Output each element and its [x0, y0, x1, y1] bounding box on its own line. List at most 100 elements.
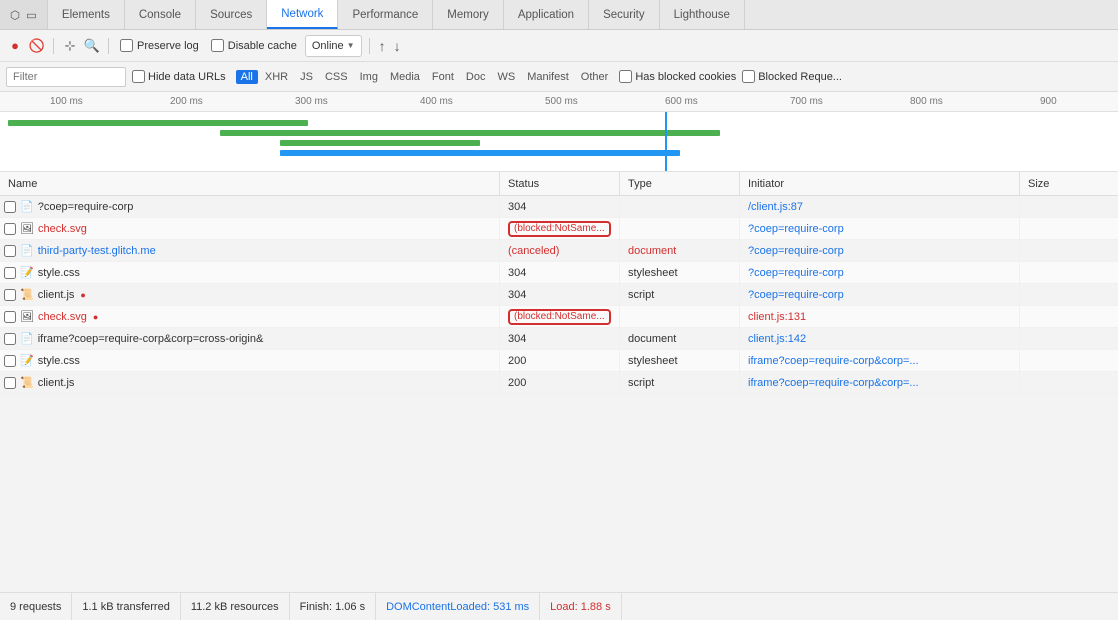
filter-type-manifest[interactable]: Manifest	[522, 70, 574, 84]
col-header-initiator[interactable]: Initiator	[740, 172, 1020, 195]
tick-700ms: 700 ms	[790, 96, 823, 107]
row-3-initiator-link[interactable]: ?coep=require-corp	[748, 245, 844, 257]
tab-devtools-icons[interactable]: ⬡ ▭	[0, 0, 48, 29]
timeline-ruler: 100 ms 200 ms 300 ms 400 ms 500 ms 600 m…	[0, 92, 1118, 112]
col-header-name[interactable]: Name	[0, 172, 500, 195]
col-header-status[interactable]: Status	[500, 172, 620, 195]
row-5-initiator-link[interactable]: ?coep=require-corp	[748, 289, 844, 301]
tab-security[interactable]: Security	[589, 0, 660, 29]
tab-performance[interactable]: Performance	[338, 0, 433, 29]
disable-cache-checkbox[interactable]: Disable cache	[207, 39, 301, 52]
status-finish: Finish: 1.06 s	[290, 593, 376, 620]
tick-100ms: 100 ms	[50, 96, 83, 107]
row-8-name: 📝 style.css	[0, 350, 500, 371]
filter-type-xhr[interactable]: XHR	[260, 70, 293, 84]
table-row[interactable]: 📜 client.js ● 304 script ?coep=require-c…	[0, 284, 1118, 306]
row-2-status: (blocked:NotSame...	[500, 218, 620, 239]
table-row[interactable]: 📄 ?coep=require-corp 304 /client.js:87	[0, 196, 1118, 218]
row-7-initiator-link[interactable]: client.js:142	[748, 333, 806, 345]
export-button[interactable]: ↓	[392, 36, 403, 56]
network-table-container: Name Status Type Initiator Size 📄 ?coep=…	[0, 172, 1118, 592]
waterfall-bar-4	[280, 150, 680, 156]
dom-content-loaded-line	[665, 112, 667, 172]
filter-type-doc[interactable]: Doc	[461, 70, 491, 84]
row-9-checkbox[interactable]	[4, 377, 16, 389]
filter-type-all[interactable]: All	[236, 70, 258, 84]
row-3-name: 📄 third-party-test.glitch.me	[0, 240, 500, 261]
filter-type-media[interactable]: Media	[385, 70, 425, 84]
doc-icon-2: 📄	[20, 244, 34, 257]
row-1-checkbox[interactable]	[4, 201, 16, 213]
tick-400ms: 400 ms	[420, 96, 453, 107]
preserve-log-checkbox[interactable]: Preserve log	[116, 39, 203, 52]
filter-type-ws[interactable]: WS	[492, 70, 520, 84]
tab-network[interactable]: Network	[267, 0, 338, 29]
row-2-size	[1020, 218, 1100, 239]
tick-600ms: 600 ms	[665, 96, 698, 107]
tab-sources[interactable]: Sources	[196, 0, 267, 29]
tab-memory[interactable]: Memory	[433, 0, 504, 29]
table-row[interactable]: 📄 iframe?coep=require-corp&corp=cross-or…	[0, 328, 1118, 350]
row-2-initiator-link[interactable]: ?coep=require-corp	[748, 223, 844, 235]
row-4-initiator-link[interactable]: ?coep=require-corp	[748, 267, 844, 279]
hide-data-urls-checkbox[interactable]: Hide data URLs	[132, 70, 226, 83]
row-4-checkbox[interactable]	[4, 267, 16, 279]
tick-200ms: 200 ms	[170, 96, 203, 107]
filter-type-css[interactable]: CSS	[320, 70, 353, 84]
table-row[interactable]: 📜 client.js 200 script iframe?coep=requi…	[0, 372, 1118, 394]
row-3-name-link[interactable]: third-party-test.glitch.me	[38, 245, 156, 257]
doc-icon-3: 📄	[20, 332, 34, 345]
row-7-checkbox[interactable]	[4, 333, 16, 345]
row-7-status: 304	[500, 328, 620, 349]
tab-console[interactable]: Console	[125, 0, 196, 29]
js-icon-2: 📜	[20, 376, 34, 389]
row-4-size	[1020, 262, 1100, 283]
timeline-area: 100 ms 200 ms 300 ms 400 ms 500 ms 600 m…	[0, 92, 1118, 172]
filter-type-other[interactable]: Other	[576, 70, 614, 84]
table-row[interactable]: 🖼 check.svg ● (blocked:NotSame... client…	[0, 306, 1118, 328]
throttle-dropdown[interactable]: Online ▼	[305, 35, 362, 57]
tab-elements[interactable]: Elements	[48, 0, 125, 29]
row-7-size	[1020, 328, 1100, 349]
table-row[interactable]: 📝 style.css 200 stylesheet iframe?coep=r…	[0, 350, 1118, 372]
row-3-checkbox[interactable]	[4, 245, 16, 257]
clear-button[interactable]: 🚫	[28, 37, 46, 55]
record-button[interactable]: ●	[6, 37, 24, 55]
table-row[interactable]: 📝 style.css 304 stylesheet ?coep=require…	[0, 262, 1118, 284]
filter-type-js[interactable]: JS	[295, 70, 318, 84]
table-row[interactable]: 🖼 check.svg (blocked:NotSame... ?coep=re…	[0, 218, 1118, 240]
row-8-checkbox[interactable]	[4, 355, 16, 367]
row-2-name: 🖼 check.svg	[0, 218, 500, 239]
row-6-size	[1020, 306, 1100, 327]
col-header-type[interactable]: Type	[620, 172, 740, 195]
row-2-checkbox[interactable]	[4, 223, 16, 235]
filter-type-img[interactable]: Img	[355, 70, 383, 84]
tick-800ms: 800 ms	[910, 96, 943, 107]
row-4-status: 304	[500, 262, 620, 283]
row-9-size	[1020, 372, 1100, 393]
blocked-requests-checkbox[interactable]: Blocked Reque...	[742, 70, 842, 83]
filter-icon[interactable]: ⊹	[61, 37, 79, 55]
row-6-initiator-link[interactable]: client.js:131	[748, 311, 806, 323]
tick-300ms: 300 ms	[295, 96, 328, 107]
row-4-initiator: ?coep=require-corp	[740, 262, 1020, 283]
row-6-checkbox[interactable]	[4, 311, 16, 323]
tab-application[interactable]: Application	[504, 0, 589, 29]
row-1-initiator-link[interactable]: /client.js:87	[748, 201, 803, 213]
import-button[interactable]: ↑	[377, 36, 388, 56]
has-blocked-cookies-checkbox[interactable]: Has blocked cookies	[619, 70, 736, 83]
timeline-chart[interactable]	[0, 112, 1118, 172]
filter-input[interactable]	[6, 67, 126, 87]
doc-icon: 📄	[20, 200, 34, 213]
filter-type-font[interactable]: Font	[427, 70, 459, 84]
row-8-initiator-link[interactable]: iframe?coep=require-corp&corp=...	[748, 355, 919, 367]
row-9-status: 200	[500, 372, 620, 393]
col-header-size[interactable]: Size	[1020, 172, 1100, 195]
tab-lighthouse[interactable]: Lighthouse	[660, 0, 745, 29]
row-9-initiator-link[interactable]: iframe?coep=require-corp&corp=...	[748, 377, 919, 389]
svg-icon: 🖼	[20, 222, 34, 235]
table-row[interactable]: 📄 third-party-test.glitch.me (canceled) …	[0, 240, 1118, 262]
search-icon[interactable]: 🔍	[83, 37, 101, 55]
row-5-checkbox[interactable]	[4, 289, 16, 301]
row-5-status: 304	[500, 284, 620, 305]
